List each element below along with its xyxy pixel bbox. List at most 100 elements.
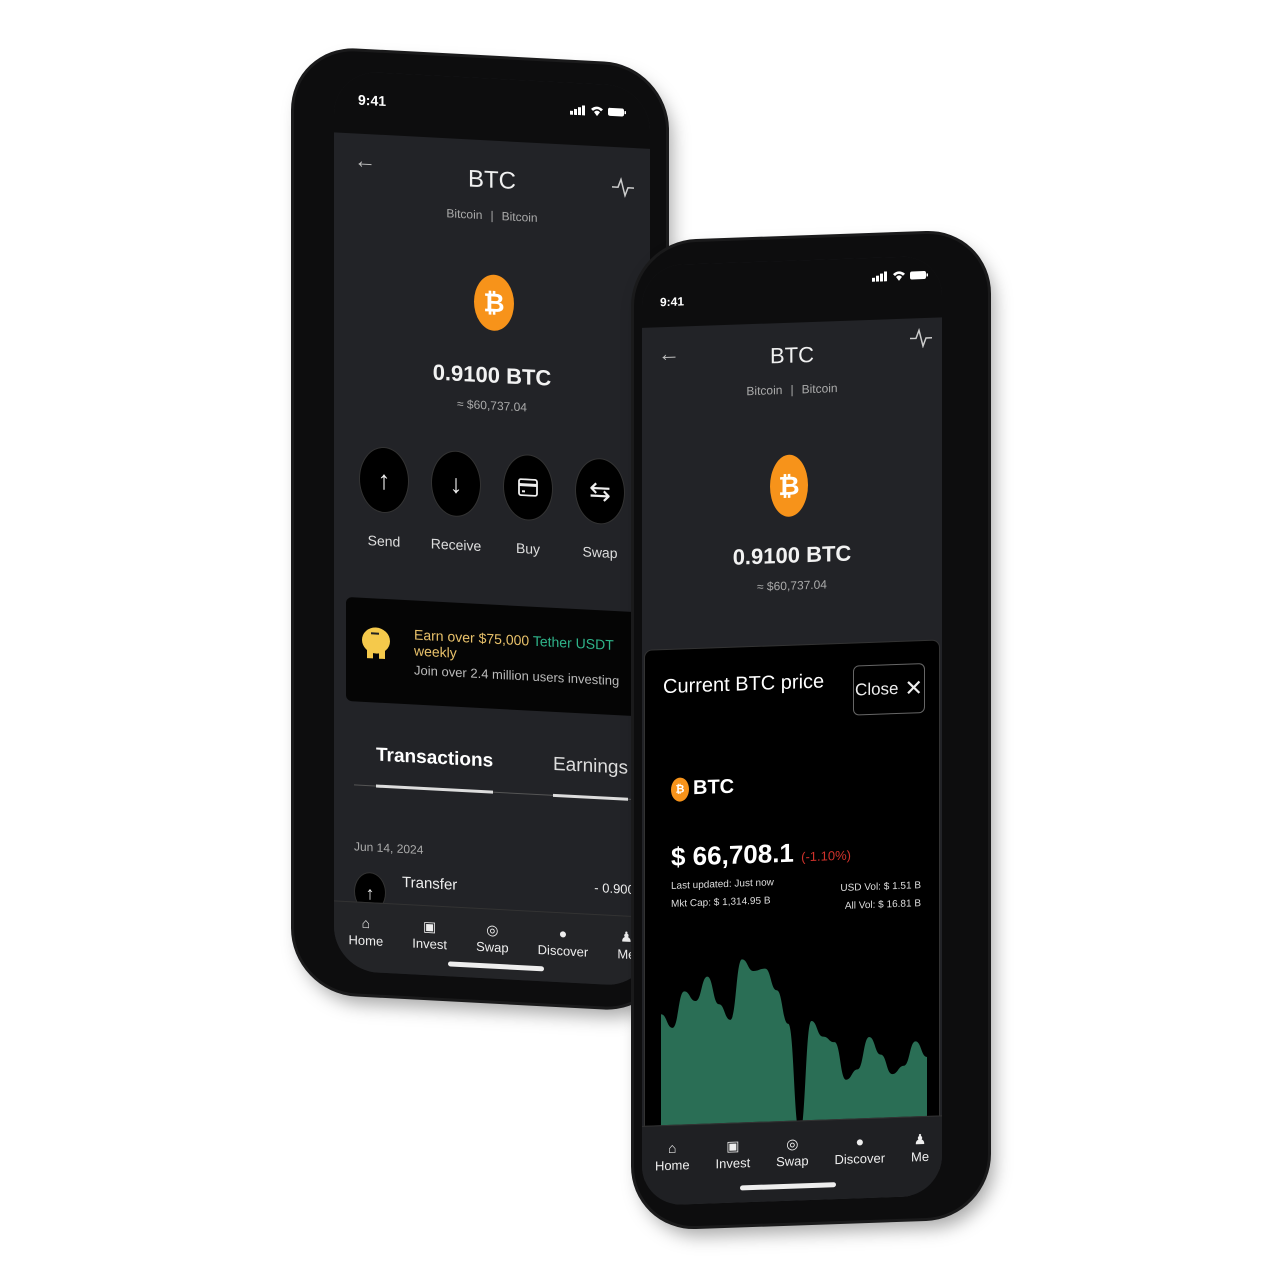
close-x-icon: ✕: [904, 675, 923, 701]
status-bar: 9:41: [642, 255, 942, 328]
swap-arrows-icon: ⇆: [575, 456, 625, 526]
receive-button[interactable]: ↓ Receive: [426, 449, 486, 554]
nav-me-label: Me: [617, 946, 636, 963]
nav-discover-label: Discover: [537, 942, 589, 960]
nav-invest[interactable]: ▣ Invest: [716, 1137, 751, 1171]
transaction-date: Jun 14, 2024: [354, 839, 424, 858]
subtitle-network: Bitcoin: [501, 209, 538, 226]
subtitle-coin-name: Bitcoin: [446, 206, 483, 223]
receive-label: Receive: [430, 535, 482, 555]
nav-invest-label: Invest: [715, 1155, 751, 1172]
buy-button[interactable]: Buy: [498, 453, 558, 558]
coins-icon: ◎: [486, 921, 499, 938]
discover-icon: ●: [558, 925, 568, 942]
coin-header: BTC Bitcoin | Bitcoin: [334, 158, 650, 231]
home-icon: ⌂: [668, 1139, 677, 1156]
nav-me[interactable]: ♟ Me: [911, 1131, 929, 1165]
battery-icon: [910, 271, 928, 280]
nav-home[interactable]: ⌂ Home: [654, 1139, 690, 1174]
price-meta-right: USD Vol: $ 1.51 B All Vol: $ 16.81 B: [840, 877, 921, 916]
nav-me-label: Me: [910, 1148, 930, 1165]
nav-swap-label: Swap: [476, 938, 509, 956]
send-label: Send: [367, 532, 401, 550]
action-buttons: ↑ Send ↓ Receive Buy ⇆ Swap: [354, 445, 630, 561]
briefcase-icon: ▣: [423, 918, 437, 935]
nav-swap-label: Swap: [776, 1153, 809, 1170]
nav-home-label: Home: [348, 932, 384, 949]
receive-arrow-icon: ↓: [431, 449, 481, 519]
status-time: 9:41: [660, 294, 685, 310]
status-time: 9:41: [358, 91, 387, 110]
nav-swap[interactable]: ◎ Swap: [776, 1135, 809, 1169]
wifi-icon: [893, 271, 905, 281]
balance-amount: 0.9100 BTC: [432, 359, 552, 391]
all-volume: All Vol: $ 16.81 B: [844, 898, 921, 912]
current-price: $ 66,708.1 (-1.10%): [671, 836, 851, 873]
price-value: $ 66,708.1: [671, 837, 794, 872]
modal-title: Current BTC price: [663, 670, 825, 699]
earn-promo-banner[interactable]: Earn over $75,000 Tether USDT weekly Joi…: [346, 596, 650, 717]
piggy-bank-icon: [362, 627, 390, 660]
close-label: Close: [855, 678, 899, 700]
promo-highlight: Tether USDT: [532, 632, 614, 653]
page-subtitle: Bitcoin | Bitcoin: [334, 200, 650, 231]
balance-fiat: ≈ $60,737.04: [757, 577, 827, 594]
nav-invest[interactable]: ▣ Invest: [412, 917, 447, 952]
wifi-icon: [591, 106, 603, 117]
page-title: BTC: [770, 341, 814, 369]
send-button[interactable]: ↑ Send: [354, 445, 414, 550]
price-meta-left: Last updated: Just now Mkt Cap: $ 1,314.…: [671, 874, 774, 914]
signal-icon: [872, 271, 887, 282]
nav-discover[interactable]: ● Discover: [835, 1132, 886, 1167]
nav-home-label: Home: [654, 1157, 690, 1174]
price-chart: [661, 959, 927, 1139]
person-icon: ♟: [620, 928, 633, 945]
buy-label: Buy: [515, 539, 541, 558]
page-subtitle: Bitcoin | Bitcoin: [642, 377, 942, 401]
briefcase-icon: ▣: [726, 1137, 740, 1154]
signal-icon: [570, 105, 585, 116]
bitcoin-logo-icon: ₿: [770, 454, 808, 518]
system-icons: [872, 270, 928, 282]
tab-transactions[interactable]: Transactions: [376, 744, 494, 794]
balance-amount: 0.9100 BTC: [732, 540, 852, 570]
battery-icon: [608, 107, 626, 117]
tab-bar: Transactions Earnings: [354, 743, 650, 801]
right-phone: 9:41 ← BTC Bitcoin | Bitcoin ₿ 0.9100 BTC …: [634, 231, 988, 1229]
page-title: BTC: [468, 165, 516, 195]
right-screen: 9:41 ← BTC Bitcoin | Bitcoin ₿ 0.9100 BTC …: [642, 255, 942, 1206]
subtitle-separator: |: [490, 208, 494, 223]
swap-label: Swap: [582, 543, 618, 562]
left-screen: 9:41 ← BTC Bitcoin | Bitcoin ₿ 0.9100 BTC …: [334, 70, 650, 987]
promo-text-c: weekly: [414, 642, 457, 661]
coins-icon: ◎: [786, 1135, 799, 1152]
bottom-nav: ⌂ Home ▣ Invest ◎ Swap ● Discover ♟ Me: [642, 1115, 942, 1206]
system-icons: [570, 105, 626, 118]
subtitle-network: Bitcoin: [801, 381, 838, 397]
price-symbol: BTC: [693, 775, 735, 800]
nav-home[interactable]: ⌂ Home: [349, 914, 384, 949]
balance-fiat: ≈ $60,737.04: [457, 396, 527, 415]
left-phone: 9:41 ← BTC Bitcoin | Bitcoin ₿ 0.9100 BTC …: [294, 48, 666, 1010]
status-bar: 9:41: [334, 70, 650, 149]
market-cap: Mkt Cap: $ 1,314.95 B: [671, 895, 771, 910]
nav-me[interactable]: ♟ Me: [617, 928, 635, 962]
discover-icon: ●: [855, 1133, 865, 1150]
btc-small-logo-icon: ₿: [671, 777, 689, 802]
nav-discover[interactable]: ● Discover: [538, 924, 589, 960]
swap-button[interactable]: ⇆ Swap: [570, 456, 630, 562]
close-button[interactable]: Close ✕: [853, 663, 925, 716]
subtitle-coin-name: Bitcoin: [746, 382, 783, 399]
nav-invest-label: Invest: [412, 935, 447, 953]
home-icon: ⌂: [361, 914, 371, 932]
card-icon: [503, 453, 553, 522]
tab-earnings[interactable]: Earnings: [553, 753, 628, 801]
send-arrow-icon: ↑: [359, 445, 409, 515]
price-change: (-1.10%): [801, 847, 851, 865]
subtitle-separator: |: [790, 382, 794, 397]
nav-swap[interactable]: ◎ Swap: [476, 921, 509, 956]
chart-area-series: [661, 959, 927, 1139]
coin-header: BTC Bitcoin | Bitcoin: [642, 337, 942, 401]
transaction-type: Transfer: [402, 873, 458, 894]
bitcoin-logo-icon: ₿: [474, 273, 514, 332]
